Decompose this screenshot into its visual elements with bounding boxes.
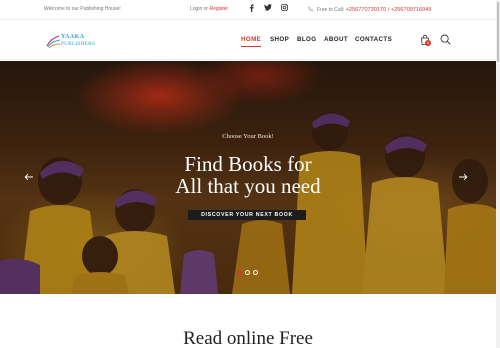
top-bar: Welcome to our Publishing House! Login o… (0, 0, 500, 20)
facebook-icon[interactable] (246, 4, 256, 14)
hero-slider: Choose Your Book! Find Books for All tha… (0, 61, 496, 294)
phone-icon (308, 6, 314, 12)
hero-headline-line2: All that you need (175, 174, 321, 198)
main-header: YAAKA PUBLISHERS HOME SHOP BLOG ABOUT CO… (0, 20, 500, 60)
slider-dot-3[interactable] (253, 270, 258, 275)
login-link[interactable]: Login (190, 6, 202, 12)
instagram-icon[interactable] (279, 4, 289, 13)
section-title: Read online Free (183, 328, 313, 348)
nav-contacts[interactable]: CONTACTS (355, 36, 392, 43)
phone-info: Free to Call: +256770730170 / +256709716… (308, 6, 431, 13)
slider-dot-2[interactable] (245, 270, 250, 275)
account-links: Login or Register (190, 6, 228, 12)
arrow-left-icon[interactable] (24, 172, 34, 182)
brand-name-line2: PUBLISHERS (61, 41, 96, 47)
site-logo[interactable]: YAAKA PUBLISHERS (45, 32, 105, 54)
nav-home[interactable]: HOME (241, 36, 262, 47)
hero-subtitle: Choose Your Book! (222, 133, 274, 140)
welcome-text: Welcome to our Publishing House! (44, 6, 121, 12)
scrollbar-thumb[interactable] (497, 2, 499, 62)
nav-shop[interactable]: SHOP (270, 36, 289, 43)
book-logo-icon (46, 35, 61, 49)
phone-numbers[interactable]: +256770730170 / +256709716945 (346, 7, 432, 13)
search-icon[interactable] (440, 34, 451, 45)
cart-count-badge: 0 (425, 40, 431, 46)
register-link[interactable]: Register (209, 6, 228, 12)
or-text: or (203, 6, 209, 12)
twitter-icon[interactable] (263, 4, 273, 13)
discover-button[interactable]: DISCOVER YOUR NEXT BOOK (188, 210, 306, 220)
brand-name-line1: YAAKA (61, 34, 85, 40)
nav-blog[interactable]: BLOG (297, 36, 316, 43)
slider-dot-1[interactable] (237, 270, 242, 275)
arrow-right-icon[interactable] (458, 172, 468, 182)
phone-label: Free to Call: (317, 7, 345, 13)
nav-about[interactable]: ABOUT (324, 36, 348, 43)
hero-headline-line1: Find Books for (184, 152, 312, 176)
